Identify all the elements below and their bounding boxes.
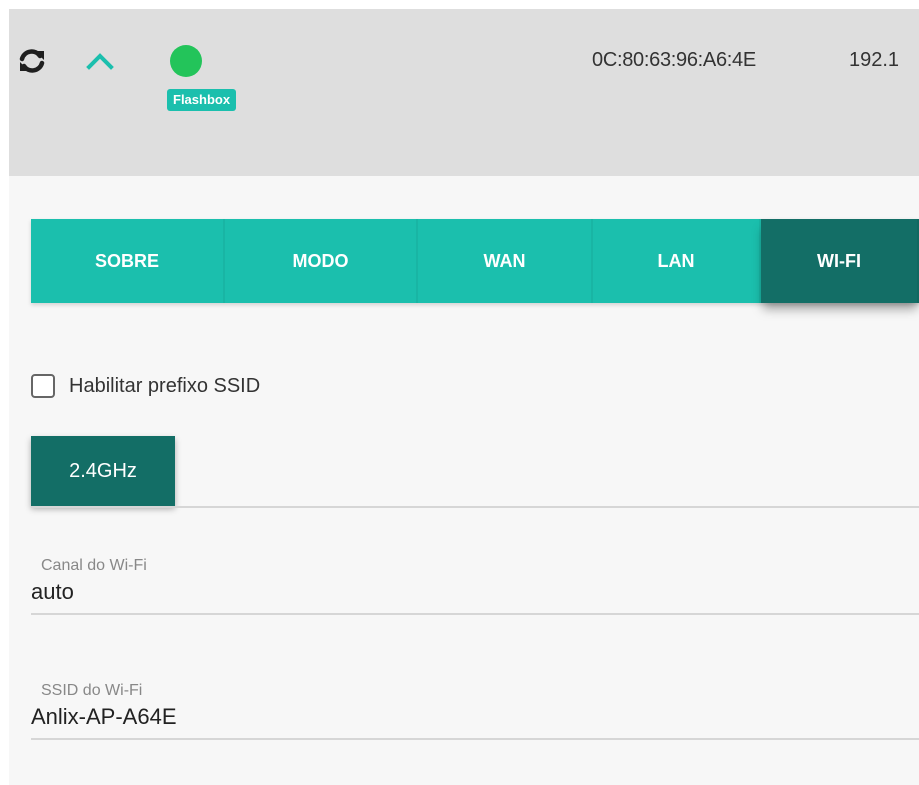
ip-address: 192.1: [849, 49, 900, 71]
band-tab-2-4ghz[interactable]: 2.4GHz: [31, 436, 175, 506]
tab-wifi[interactable]: WI-FI: [761, 219, 919, 303]
device-panel: Flashbox 0C:80:63:96:A6:4E 192.1 SOBRE M…: [9, 9, 919, 785]
wifi-ssid-underline: [31, 738, 919, 740]
wifi-ssid-input[interactable]: [31, 700, 919, 730]
wifi-ssid-label: SSID do Wi-Fi: [41, 682, 143, 699]
device-header: Flashbox 0C:80:63:96:A6:4E 192.1: [9, 9, 919, 176]
wifi-channel-input[interactable]: [31, 575, 919, 605]
wifi-channel-underline: [31, 613, 919, 615]
settings-tabs: SOBRE MODO WAN LAN WI-FI: [31, 219, 919, 303]
wifi-channel-field: Canal do Wi-Fi: [31, 557, 919, 615]
device-model-badge: Flashbox: [167, 89, 237, 111]
wifi-ssid-field: SSID do Wi-Fi: [31, 682, 919, 740]
tab-sobre[interactable]: SOBRE: [31, 219, 225, 303]
ssid-prefix-checkbox[interactable]: [31, 374, 55, 398]
tab-lan[interactable]: LAN: [593, 219, 761, 303]
band-divider: [31, 506, 919, 508]
tab-wan[interactable]: WAN: [418, 219, 593, 303]
chevron-up-icon[interactable]: [85, 51, 115, 71]
ssid-prefix-row: Habilitar prefixo SSID: [31, 374, 260, 398]
mac-address: 0C:80:63:96:A6:4E: [592, 49, 756, 71]
tab-modo[interactable]: MODO: [225, 219, 418, 303]
status-indicator: [170, 45, 202, 77]
refresh-icon[interactable]: [18, 49, 46, 73]
wifi-channel-label: Canal do Wi-Fi: [41, 557, 147, 574]
ssid-prefix-label: Habilitar prefixo SSID: [69, 374, 261, 397]
